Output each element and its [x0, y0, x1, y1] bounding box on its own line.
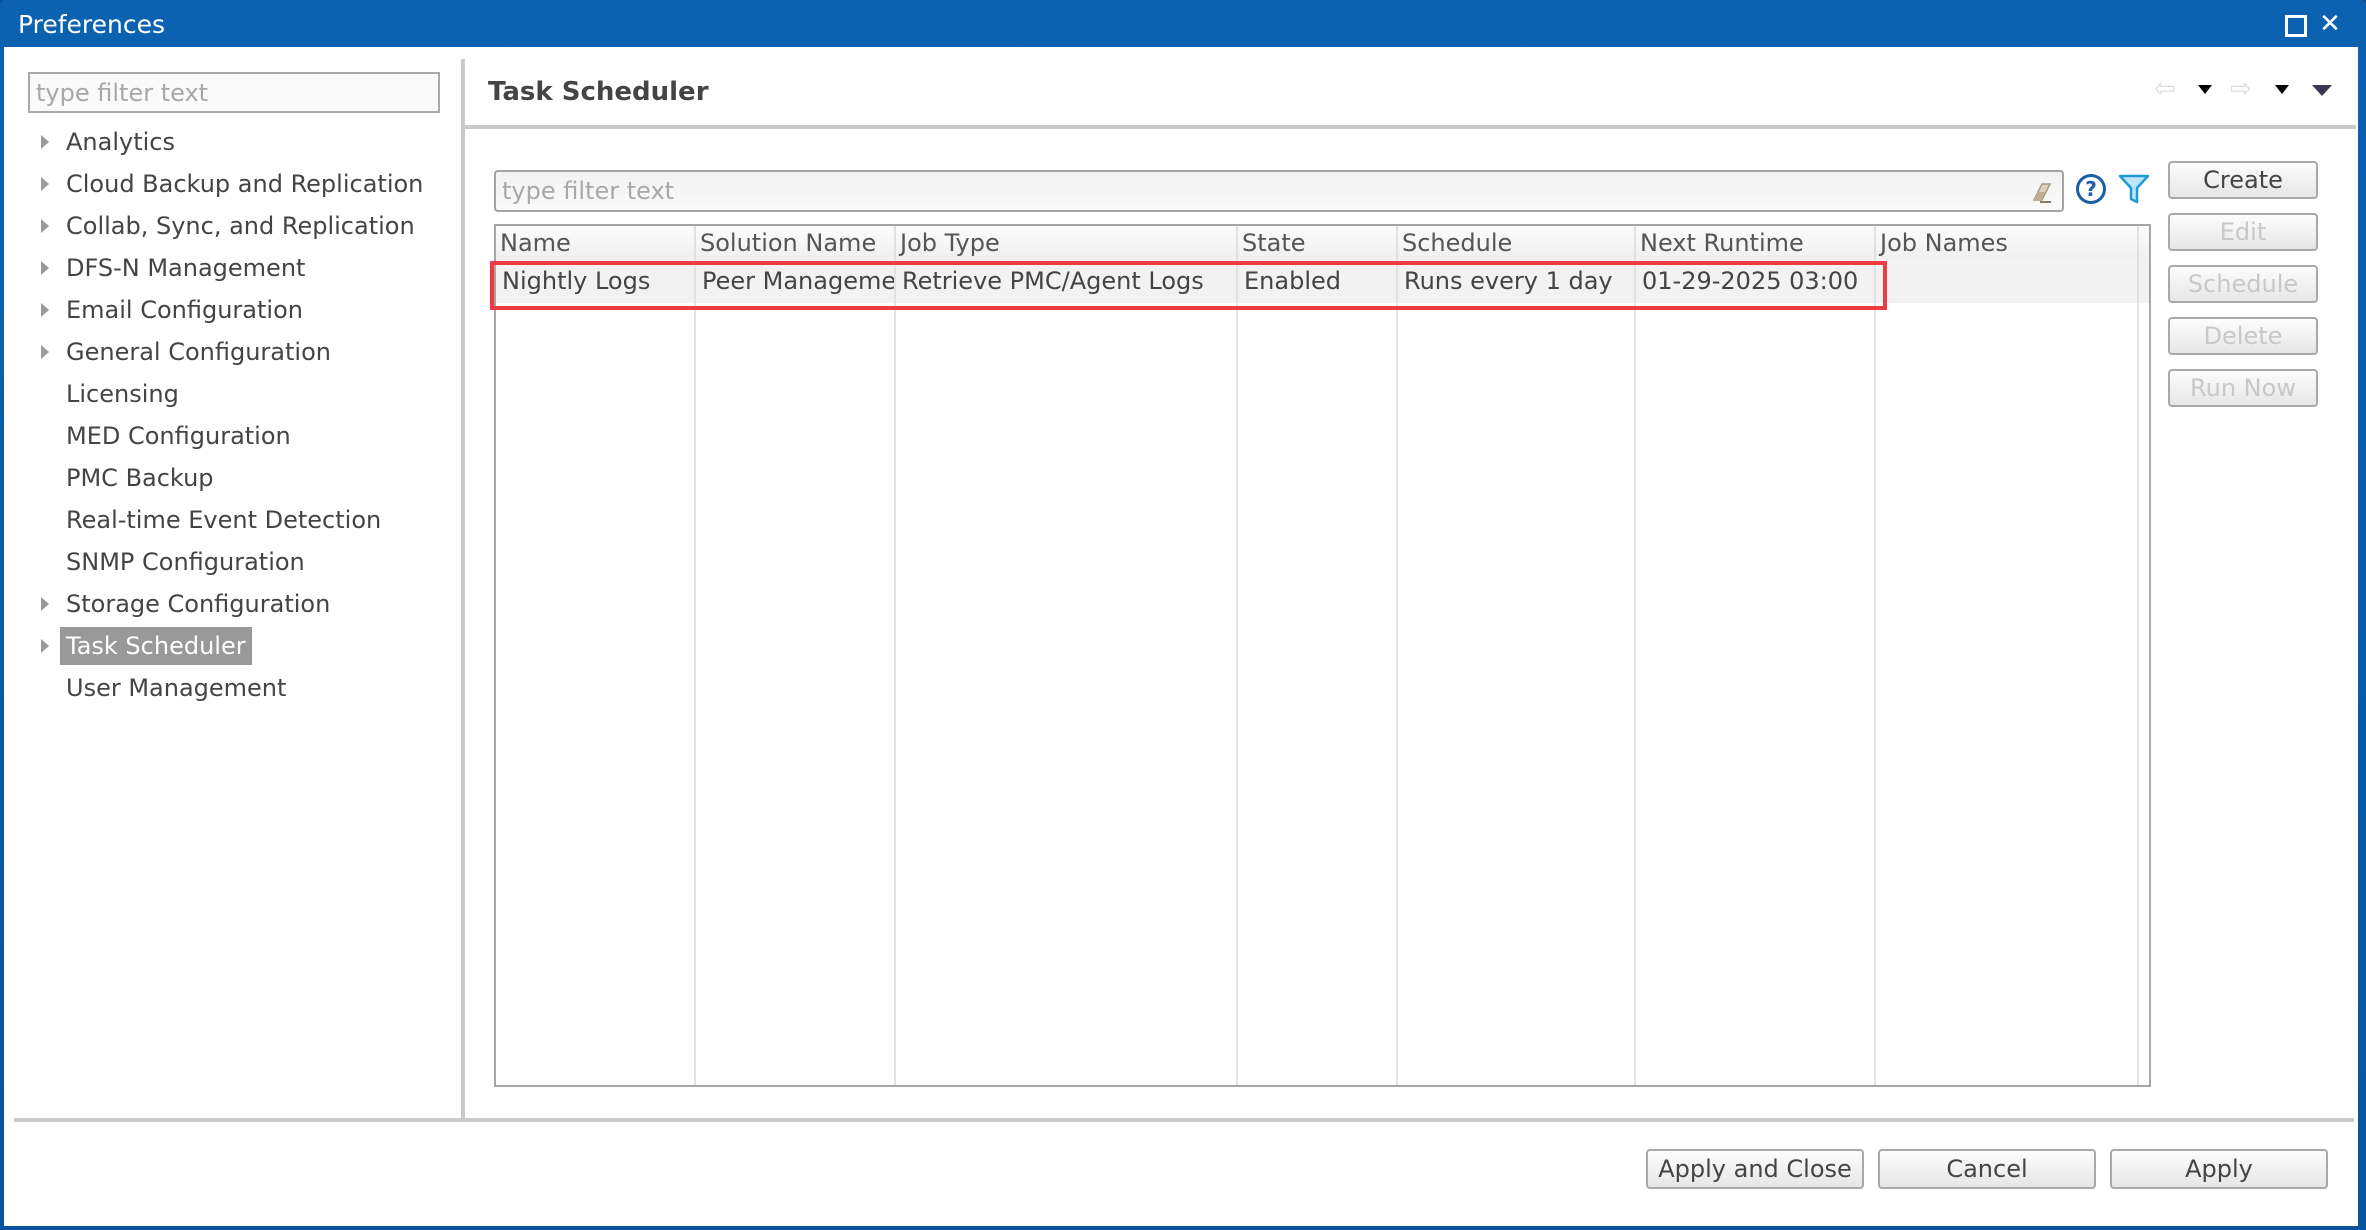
preferences-tree: Analytics Cloud Backup and Replication C… — [4, 121, 459, 709]
cell-name: Nightly Logs — [496, 259, 696, 303]
column-header-job-names[interactable]: Job Names — [1876, 226, 2139, 259]
back-arrow-icon[interactable]: ⇦ — [2154, 76, 2182, 102]
tree-item-label[interactable]: General Configuration — [60, 333, 337, 371]
cell-schedule: Runs every 1 day — [1398, 259, 1636, 303]
cell-solution-name: Peer Manageme — [696, 259, 896, 303]
column-divider — [1396, 303, 1398, 1085]
tree-item-label[interactable]: Email Configuration — [60, 291, 309, 329]
column-divider — [2137, 303, 2139, 1085]
cell-job-type: Retrieve PMC/Agent Logs — [896, 259, 1238, 303]
column-header-schedule[interactable]: Schedule — [1398, 226, 1636, 259]
expand-arrow-icon[interactable] — [41, 261, 49, 275]
cell-job-names — [1876, 259, 2139, 303]
tree-item-label[interactable]: Licensing — [60, 375, 185, 413]
delete-button[interactable]: Delete — [2168, 317, 2318, 355]
cancel-button[interactable]: Cancel — [1878, 1149, 2096, 1189]
page-title: Task Scheduler — [488, 77, 709, 107]
header-separator — [465, 125, 2356, 129]
apply-button[interactable]: Apply — [2110, 1149, 2328, 1189]
tree-item-user-management[interactable]: User Management — [4, 667, 459, 709]
view-menu-icon[interactable] — [2312, 85, 2332, 96]
expand-arrow-icon[interactable] — [41, 219, 49, 233]
column-divider — [1236, 303, 1238, 1085]
schedule-button[interactable]: Schedule — [2168, 265, 2318, 303]
table-header: Name Solution Name Job Type State Schedu… — [496, 226, 2149, 259]
column-divider — [1874, 303, 1876, 1085]
edit-button[interactable]: Edit — [2168, 213, 2318, 251]
page-nav-toolbar: ⇦ ⇨ — [2154, 75, 2354, 105]
filter-icon[interactable] — [2118, 173, 2150, 205]
tree-item-med[interactable]: MED Configuration — [4, 415, 459, 457]
tree-item-analytics[interactable]: Analytics — [4, 121, 459, 163]
expand-arrow-icon[interactable] — [41, 135, 49, 149]
expand-arrow-icon[interactable] — [41, 597, 49, 611]
tree-item-label[interactable]: Analytics — [60, 123, 181, 161]
table-row[interactable]: Nightly Logs Peer Manageme Retrieve PMC/… — [496, 259, 2149, 303]
tree-item-general[interactable]: General Configuration — [4, 331, 459, 373]
tree-item-email[interactable]: Email Configuration — [4, 289, 459, 331]
window-title: Preferences — [18, 10, 166, 39]
column-header-state[interactable]: State — [1238, 226, 1398, 259]
cell-state: Enabled — [1238, 259, 1398, 303]
expand-arrow-icon[interactable] — [41, 303, 49, 317]
forward-dropdown-icon[interactable] — [2275, 85, 2289, 94]
tree-item-licensing[interactable]: Licensing — [4, 373, 459, 415]
create-button[interactable]: Create — [2168, 161, 2318, 199]
sidebar-filter-input[interactable] — [28, 72, 440, 113]
tree-item-label[interactable]: Collab, Sync, and Replication — [60, 207, 421, 245]
expand-arrow-icon[interactable] — [41, 345, 49, 359]
tree-item-task-scheduler[interactable]: Task Scheduler — [4, 625, 459, 667]
footer-separator — [14, 1118, 2354, 1122]
expand-arrow-icon[interactable] — [41, 177, 49, 191]
tree-item-label[interactable]: Task Scheduler — [60, 627, 252, 665]
back-dropdown-icon[interactable] — [2198, 85, 2212, 94]
task-table: Name Solution Name Job Type State Schedu… — [494, 224, 2151, 1087]
dialog-body: Analytics Cloud Backup and Replication C… — [4, 47, 2358, 1226]
tree-item-label[interactable]: DFS-N Management — [60, 249, 311, 287]
tree-item-cloud-backup[interactable]: Cloud Backup and Replication — [4, 163, 459, 205]
column-divider — [894, 303, 896, 1085]
run-now-button[interactable]: Run Now — [2168, 369, 2318, 407]
table-filter-input[interactable] — [502, 175, 2002, 207]
column-header-next-runtime[interactable]: Next Runtime — [1636, 226, 1876, 259]
column-header-name[interactable]: Name — [496, 226, 696, 259]
expand-arrow-icon[interactable] — [41, 639, 49, 653]
column-divider — [694, 303, 696, 1085]
apply-and-close-button[interactable]: Apply and Close — [1646, 1149, 1864, 1189]
tree-item-collab-sync[interactable]: Collab, Sync, and Replication — [4, 205, 459, 247]
tree-item-realtime-event[interactable]: Real-time Event Detection — [4, 499, 459, 541]
tree-item-label[interactable]: Cloud Backup and Replication — [60, 165, 429, 203]
table-filter — [494, 170, 2064, 212]
eraser-icon[interactable] — [2030, 180, 2052, 204]
tree-item-label[interactable]: SNMP Configuration — [60, 543, 311, 581]
tree-item-label[interactable]: Storage Configuration — [60, 585, 336, 623]
tree-item-storage[interactable]: Storage Configuration — [4, 583, 459, 625]
tree-item-pmc-backup[interactable]: PMC Backup — [4, 457, 459, 499]
column-header-solution-name[interactable]: Solution Name — [696, 226, 896, 259]
maximize-icon[interactable] — [2282, 12, 2307, 37]
tree-item-label[interactable]: Real-time Event Detection — [60, 501, 387, 539]
close-icon[interactable]: ✕ — [2318, 11, 2342, 37]
tree-item-label[interactable]: User Management — [60, 669, 292, 707]
column-header-job-type[interactable]: Job Type — [896, 226, 1238, 259]
title-bar[interactable]: Preferences ✕ — [0, 0, 2366, 47]
tree-item-label[interactable]: PMC Backup — [60, 459, 220, 497]
tree-item-dfs-n[interactable]: DFS-N Management — [4, 247, 459, 289]
forward-arrow-icon[interactable]: ⇨ — [2230, 76, 2258, 102]
column-divider — [1634, 303, 1636, 1085]
tree-item-label[interactable]: MED Configuration — [60, 417, 297, 455]
help-icon[interactable]: ? — [2076, 174, 2106, 204]
preferences-window: Preferences ✕ Analytics Cloud Backup and… — [0, 0, 2366, 1230]
cell-next-runtime: 01-29-2025 03:00 — [1636, 259, 1876, 303]
tree-item-snmp[interactable]: SNMP Configuration — [4, 541, 459, 583]
sash-divider[interactable] — [461, 59, 465, 1119]
